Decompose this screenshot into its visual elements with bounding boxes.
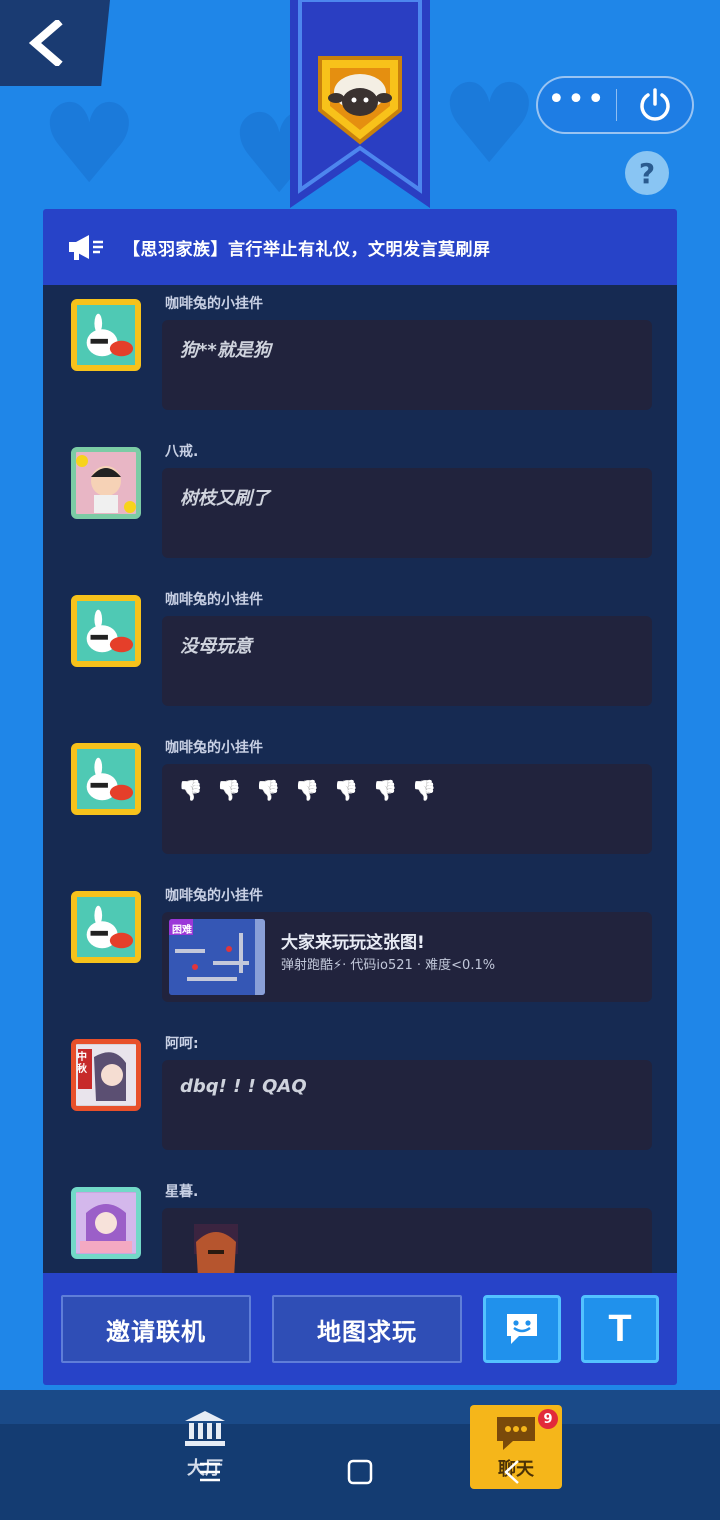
notice-text: 【思羽家族】言行举止有礼仪，文明发言莫刷屏	[123, 239, 491, 260]
bunny-avatar-icon	[86, 609, 134, 653]
chat-message: 咖啡兔的小挂件 狗**就是狗	[43, 285, 677, 433]
avatar[interactable]	[71, 595, 141, 667]
avatar[interactable]	[71, 447, 141, 519]
more-dots-icon: •••	[547, 82, 607, 117]
thumbs-down-icon: 👎	[411, 778, 437, 802]
bunny-avatar-icon	[86, 313, 134, 357]
chat-message: 咖啡兔的小挂件 👎 👎 👎 👎 👎 👎 👎	[43, 729, 677, 877]
chat-panel: 【思羽家族】言行举止有礼仪，文明发言莫刷屏 咖啡兔的小挂件 狗**就是狗 八戒.…	[43, 209, 677, 1385]
message-bubble[interactable]	[162, 1208, 652, 1273]
family-badge-icon	[318, 56, 402, 145]
sticker-image	[194, 1224, 238, 1273]
sender-name: 咖啡兔的小挂件	[165, 888, 263, 904]
message-text: 树枝又刷了	[180, 488, 270, 509]
cartoon-boy-avatar-icon	[76, 455, 136, 513]
sender-name: 咖啡兔的小挂件	[165, 592, 263, 608]
megaphone-icon	[69, 235, 103, 260]
anime-girl-avatar-icon	[76, 1193, 136, 1253]
bunny-avatar-icon	[86, 905, 134, 949]
sender-name: 阿呵:	[165, 1036, 199, 1052]
chat-message: 咖啡兔的小挂件 没母玩意	[43, 581, 677, 729]
more-button[interactable]: •••	[538, 85, 616, 120]
avatar[interactable]	[71, 1187, 141, 1259]
system-back-icon[interactable]	[500, 1458, 524, 1486]
thumbs-down-icon: 👎	[333, 778, 359, 802]
thumbs-down-icon: 👎	[255, 778, 281, 802]
avatar[interactable]	[71, 891, 141, 963]
invite-online-button[interactable]: 邀请联机	[61, 1295, 251, 1363]
chat-message: 星暮.	[43, 1173, 677, 1273]
message-bubble[interactable]: 没母玩意	[162, 616, 652, 706]
thumbs-down-icon: 👎	[216, 778, 242, 802]
map-request-button[interactable]: 地图求玩	[272, 1295, 462, 1363]
avatar[interactable]	[71, 743, 141, 815]
sender-name: 星暮.	[165, 1184, 199, 1200]
message-bubble[interactable]: dbq! ! ! QAQ	[162, 1060, 652, 1150]
message-text: 狗**就是狗	[180, 340, 271, 361]
thumbs-down-icon: 👎	[178, 778, 203, 802]
emoji-chat-icon	[507, 1314, 537, 1344]
exit-button[interactable]	[617, 87, 692, 123]
map-share-card[interactable]: 困难 大家来玩玩这张图! 弹射跑酷⚡· 代码io521 · 难度<0.1%	[162, 912, 652, 1002]
emoji-button[interactable]	[483, 1295, 561, 1363]
system-navigation-bar	[0, 1440, 720, 1504]
map-request-label: 地图求玩	[317, 1317, 417, 1346]
chat-message: 咖啡兔的小挂件 困难 大家来玩玩这张图! 弹射跑酷⚡· 代码io521 · 难度…	[43, 877, 677, 1025]
chat-message-list[interactable]: 咖啡兔的小挂件 狗**就是狗 八戒. 树枝又刷了 咖啡兔的小挂件 没母玩意 咖啡…	[43, 285, 677, 1273]
map-description: 弹射跑酷⚡· 代码io521 · 难度<0.1%	[281, 958, 496, 973]
text-icon: T	[608, 1307, 632, 1350]
chat-message: 八戒. 树枝又刷了	[43, 433, 677, 581]
help-button[interactable]: ?	[625, 151, 669, 195]
thumbs-down-row: 👎 👎 👎 👎 👎 👎 👎	[178, 778, 436, 802]
message-text: dbq! ! ! QAQ	[180, 1076, 307, 1097]
sender-name: 八戒.	[165, 444, 199, 460]
message-bubble[interactable]: 👎 👎 👎 👎 👎 👎 👎	[162, 764, 652, 854]
back-button[interactable]	[0, 0, 110, 86]
recent-apps-icon[interactable]	[196, 1460, 224, 1484]
message-bubble[interactable]: 狗**就是狗	[162, 320, 652, 410]
bunny-avatar-icon	[86, 757, 134, 801]
thumbs-down-icon: 👎	[372, 778, 398, 802]
text-input-button[interactable]: T	[581, 1295, 659, 1363]
family-notice: 【思羽家族】言行举止有礼仪，文明发言莫刷屏	[43, 209, 677, 285]
chat-action-bar: 邀请联机 地图求玩 T	[43, 1273, 677, 1385]
map-thumbnail: 困难	[169, 919, 265, 995]
chevron-left-icon	[28, 20, 63, 66]
difficulty-tag: 困难	[172, 925, 192, 936]
sender-name: 咖啡兔的小挂件	[165, 740, 263, 756]
thumbs-down-icon: 👎	[294, 778, 320, 802]
chat-message: 中秋 阿呵: dbq! ! ! QAQ	[43, 1025, 677, 1173]
unread-badge: 9	[538, 1409, 558, 1429]
message-bubble[interactable]: 树枝又刷了	[162, 468, 652, 558]
invite-online-label: 邀请联机	[106, 1317, 206, 1346]
message-text: 没母玩意	[180, 636, 252, 657]
home-icon[interactable]	[347, 1459, 373, 1485]
map-title: 大家来玩玩这张图!	[281, 933, 425, 953]
avatar[interactable]: 中秋	[71, 1039, 141, 1111]
sender-name: 咖啡兔的小挂件	[165, 296, 263, 312]
help-icon: ?	[638, 156, 656, 190]
avatar[interactable]	[71, 299, 141, 371]
power-icon	[639, 88, 670, 121]
festival-tag: 中秋	[77, 1052, 87, 1075]
mini-program-capsule: •••	[536, 76, 694, 134]
